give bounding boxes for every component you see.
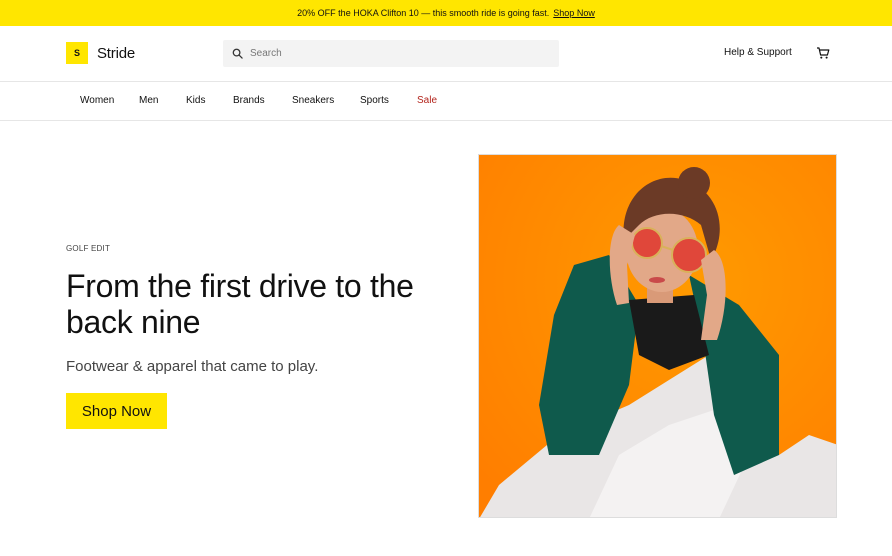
site-header: S Stride Help & Support — [0, 26, 892, 82]
hero-subhead: Footwear & apparel that came to play. — [66, 358, 319, 375]
nav-item-kids[interactable]: Kids — [186, 95, 205, 106]
search-bar[interactable] — [223, 40, 559, 67]
nav-item-sale[interactable]: Sale — [417, 95, 437, 106]
help-support-link[interactable]: Help & Support — [724, 47, 792, 58]
logo-mark: S — [66, 42, 88, 64]
category-nav: Women Men Kids Brands Sneakers Sports Sa… — [0, 82, 892, 121]
search-icon — [232, 48, 243, 59]
hero-shop-now-button[interactable]: Shop Now — [66, 393, 167, 429]
hero-image — [478, 154, 837, 518]
promo-shop-now-link[interactable]: Shop Now — [553, 8, 595, 18]
promo-banner: 20% OFF the HOKA Clifton 10 — this smoot… — [0, 0, 892, 26]
logo-text: Stride — [97, 44, 135, 62]
search-input[interactable] — [250, 48, 550, 59]
nav-item-brands[interactable]: Brands — [233, 95, 265, 106]
hero-eyebrow: GOLF EDIT — [66, 244, 111, 253]
hero-headline: From the first drive to the back nine — [66, 268, 414, 340]
nav-item-sneakers[interactable]: Sneakers — [292, 95, 334, 106]
hero-photo-illustration — [479, 155, 836, 517]
logo[interactable]: S Stride — [66, 42, 135, 64]
nav-item-women[interactable]: Women — [80, 95, 114, 106]
nav-item-sports[interactable]: Sports — [360, 95, 389, 106]
nav-item-men[interactable]: Men — [139, 95, 158, 106]
cart-icon[interactable] — [816, 46, 830, 60]
promo-text: 20% OFF the HOKA Clifton 10 — this smoot… — [297, 8, 550, 18]
